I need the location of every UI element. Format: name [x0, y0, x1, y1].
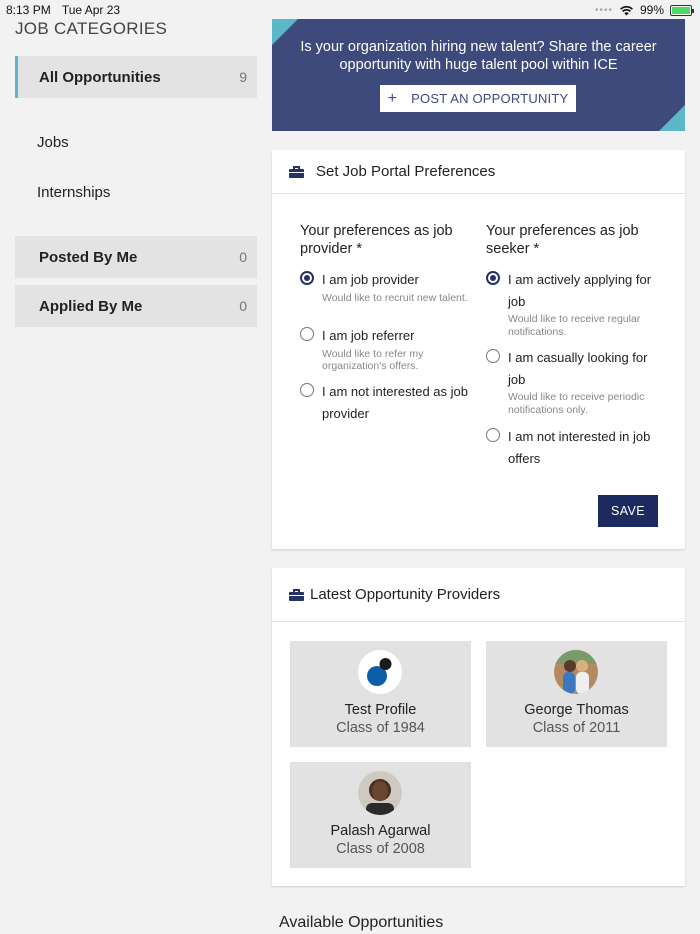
plus-icon: + [387, 89, 398, 107]
sidebar-item-count: 0 [239, 298, 247, 314]
option-label: I am not interested as job provider [322, 384, 468, 421]
provider-name: Palash Agarwal [330, 823, 431, 839]
seeker-preferences: Your preferences as job seeker * I am ac… [486, 222, 658, 466]
option-label: I am not interested in job offers [508, 429, 651, 466]
status-time: 8:13 PM [6, 3, 51, 17]
post-opportunity-label: POST AN OPPORTUNITY [411, 91, 569, 106]
provider-name: George Thomas [524, 702, 629, 718]
seeker-heading: Your preferences as job seeker * [486, 223, 639, 257]
radio-button[interactable] [300, 271, 314, 285]
logo-avatar [358, 650, 402, 694]
radio-button[interactable] [486, 428, 500, 442]
save-button[interactable]: SAVE [598, 495, 658, 527]
option-description: Would like to recruit new talent. [322, 291, 468, 304]
radio-button[interactable] [300, 327, 314, 341]
status-bar: 8:13 PM Tue Apr 23 •••• 99% [0, 0, 700, 18]
provider-class: Class of 1984 [336, 720, 425, 736]
radio-button[interactable] [486, 349, 500, 363]
wifi-icon [620, 5, 633, 15]
radio-button[interactable] [300, 383, 314, 397]
corner-decoration [659, 105, 685, 131]
sidebar-item-internships[interactable]: Internships [37, 184, 110, 201]
briefcase-icon [289, 165, 304, 178]
sidebar-item-applied-by-me[interactable]: Applied By Me 0 [15, 285, 257, 327]
provider-class: Class of 2008 [336, 841, 425, 857]
provider-card[interactable]: Palash Agarwal Class of 2008 [290, 762, 471, 868]
provider-card[interactable]: George Thomas Class of 2011 [486, 641, 667, 747]
option-description: Would like to receive regular notificati… [508, 313, 641, 338]
sidebar-item-label: Posted By Me [39, 248, 138, 266]
casual-seeker-option[interactable]: I am casually looking for job Would like… [486, 347, 658, 416]
option-label: I am job referrer [322, 328, 415, 343]
option-label: I am actively applying for job [508, 272, 652, 309]
battery-icon [670, 4, 694, 16]
providers-card-header: Latest Opportunity Providers [272, 568, 685, 622]
preferences-card: Set Job Portal Preferences Your preferen… [272, 150, 685, 549]
sidebar-title: JOB CATEGORIES [15, 19, 168, 38]
post-opportunity-button[interactable]: + POST AN OPPORTUNITY [380, 85, 576, 112]
sidebar-item-label: Applied By Me [39, 297, 143, 315]
provider-preferences: Your preferences as job provider * I am … [300, 222, 472, 421]
option-description: Would like to refer my organization's of… [322, 347, 424, 373]
referrer-option[interactable]: I am job referrer Would like to refer my… [300, 325, 472, 373]
sidebar-item-count: 9 [239, 69, 247, 85]
provider-name: Test Profile [344, 702, 417, 718]
preferences-title: Set Job Portal Preferences [316, 163, 496, 180]
sidebar-item-label: All Opportunities [39, 68, 161, 86]
battery-percent: 99% [639, 3, 664, 17]
photo-avatar [358, 771, 402, 815]
briefcase-icon [289, 588, 304, 601]
sidebar-item-all-opportunities[interactable]: All Opportunities 9 [15, 56, 257, 98]
banner-text: Is your organization hiring new talent? … [300, 39, 657, 73]
signal-icon: •••• [594, 4, 613, 16]
sidebar-item-jobs[interactable]: Jobs [37, 134, 69, 151]
not-interested-provider-option[interactable]: I am not interested as job provider [300, 381, 472, 424]
sidebar: JOB CATEGORIES All Opportunities 9 Jobs … [15, 18, 257, 327]
option-description: Would like to receive periodic notificat… [508, 391, 645, 416]
provider-heading: Your preferences as job provider * [300, 223, 453, 257]
option-label: I am job provider [322, 272, 419, 287]
providers-title: Latest Opportunity Providers [310, 586, 501, 603]
providers-card: Latest Opportunity Providers Test Profil… [272, 568, 685, 886]
available-opportunities-heading: Available Opportunities [279, 914, 444, 931]
status-date: Tue Apr 23 [61, 3, 121, 17]
sidebar-item-posted-by-me[interactable]: Posted By Me 0 [15, 236, 257, 278]
radio-button[interactable] [486, 271, 500, 285]
photo-avatar [554, 650, 598, 694]
preferences-card-header: Set Job Portal Preferences [272, 150, 685, 194]
provider-class: Class of 2011 [532, 720, 621, 736]
sidebar-item-count: 0 [239, 249, 247, 265]
provider-option[interactable]: I am job provider Would like to recruit … [300, 269, 472, 304]
not-interested-seeker-option[interactable]: I am not interested in job offers [486, 426, 658, 469]
active-seeker-option[interactable]: I am actively applying for job Would lik… [486, 269, 658, 338]
provider-card[interactable]: Test Profile Class of 1984 [290, 641, 471, 747]
option-label: I am casually looking for job [508, 350, 648, 387]
hiring-banner: Is your organization hiring new talent? … [272, 19, 685, 131]
